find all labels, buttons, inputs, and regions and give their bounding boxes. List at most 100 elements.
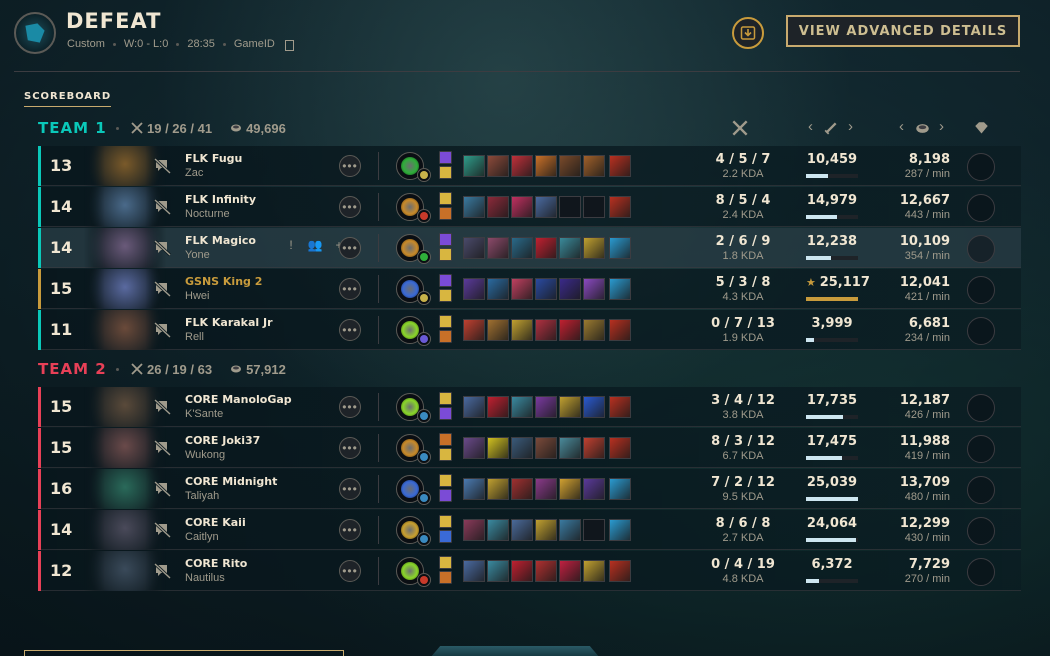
secondary-rune-icon[interactable] xyxy=(417,332,431,346)
item-slot[interactable] xyxy=(511,396,533,418)
item-slot[interactable] xyxy=(511,155,533,177)
item-slot[interactable] xyxy=(583,237,605,259)
item-slot[interactable] xyxy=(535,478,557,500)
item-slot[interactable] xyxy=(463,560,485,582)
summoner-spell-icon[interactable] xyxy=(439,315,452,328)
mute-chat-icon[interactable] xyxy=(154,158,172,174)
item-slot[interactable] xyxy=(511,478,533,500)
item-slot[interactable] xyxy=(583,478,605,500)
player-row[interactable]: 12 CORE Rito Nautilus ••• 0 / 4 / 19 4.8… xyxy=(38,551,1021,591)
summoner-spell-icon[interactable] xyxy=(439,407,452,420)
mute-chat-icon[interactable] xyxy=(154,322,172,338)
secondary-rune-icon[interactable] xyxy=(417,209,431,223)
item-slot[interactable] xyxy=(583,155,605,177)
secondary-rune-icon[interactable] xyxy=(417,491,431,505)
item-slot[interactable] xyxy=(535,560,557,582)
item-slot[interactable] xyxy=(511,237,533,259)
honor-button[interactable] xyxy=(967,517,995,545)
honor-button[interactable] xyxy=(967,235,995,263)
item-slot[interactable] xyxy=(511,560,533,582)
item-slot[interactable] xyxy=(487,155,509,177)
secondary-rune-icon[interactable] xyxy=(417,291,431,305)
secondary-rune-icon[interactable] xyxy=(417,450,431,464)
item-slot[interactable] xyxy=(487,319,509,341)
player-row[interactable]: 15 GSNS King 2 Hwei ••• 5 / 3 / 8 4.3 KD… xyxy=(38,269,1021,309)
mute-chat-icon[interactable] xyxy=(154,522,172,538)
more-options-button[interactable]: ••• xyxy=(339,237,361,259)
item-slot[interactable] xyxy=(463,155,485,177)
player-row[interactable]: 13 FLK Fugu Zac ••• 4 / 5 / 7 2.2 KDA 10… xyxy=(38,146,1021,186)
more-options-button[interactable]: ••• xyxy=(339,278,361,300)
summoner-spell-icon[interactable] xyxy=(439,330,452,343)
report-icon[interactable]: ! xyxy=(282,238,300,252)
secondary-rune-icon[interactable] xyxy=(417,409,431,423)
summoner-spell-icon[interactable] xyxy=(439,556,452,569)
secondary-rune-icon[interactable] xyxy=(417,532,431,546)
player-row[interactable]: 14 CORE Kaii Caitlyn ••• 8 / 6 / 8 2.7 K… xyxy=(38,510,1021,550)
item-slot[interactable] xyxy=(559,478,581,500)
summoner-spell-icon[interactable] xyxy=(439,192,452,205)
honor-button[interactable] xyxy=(967,394,995,422)
item-slot[interactable] xyxy=(535,437,557,459)
item-slot[interactable] xyxy=(535,319,557,341)
item-slot[interactable] xyxy=(463,196,485,218)
item-slot[interactable] xyxy=(463,319,485,341)
download-button[interactable] xyxy=(732,17,764,49)
item-slot[interactable] xyxy=(559,237,581,259)
summoner-spell-icon[interactable] xyxy=(439,248,452,261)
summoner-info[interactable]: CORE Rito Nautilus xyxy=(185,557,247,584)
summoner-spell-icon[interactable] xyxy=(439,274,452,287)
player-row[interactable]: 11 FLK Karakal Jr Rell ••• 0 / 7 / 13 1.… xyxy=(38,310,1021,350)
summoner-spell-icon[interactable] xyxy=(439,289,452,302)
summoner-spell-icon[interactable] xyxy=(439,433,452,446)
more-options-button[interactable]: ••• xyxy=(339,396,361,418)
chevron-left-icon[interactable]: ‹ xyxy=(899,118,904,135)
summoner-spell-icon[interactable] xyxy=(439,448,452,461)
item-slot[interactable] xyxy=(463,237,485,259)
item-slot[interactable] xyxy=(511,437,533,459)
summoner-spell-icon[interactable] xyxy=(439,151,452,164)
item-slot[interactable] xyxy=(559,437,581,459)
item-slot[interactable] xyxy=(487,396,509,418)
more-options-button[interactable]: ••• xyxy=(339,519,361,541)
secondary-rune-icon[interactable] xyxy=(417,168,431,182)
player-row[interactable]: 14 FLK Magico Yone ! 👥 + ••• xyxy=(38,228,1021,268)
mute-chat-icon[interactable] xyxy=(154,481,172,497)
item-slot[interactable] xyxy=(511,196,533,218)
honor-button[interactable] xyxy=(967,276,995,304)
item-slot[interactable] xyxy=(487,196,509,218)
item-slot[interactable] xyxy=(487,478,509,500)
summoner-info[interactable]: CORE Kaii Caitlyn xyxy=(185,516,246,543)
more-options-button[interactable]: ••• xyxy=(339,196,361,218)
summoner-spell-icon[interactable] xyxy=(439,571,452,584)
trinket-slot[interactable] xyxy=(609,437,631,459)
item-slot[interactable] xyxy=(559,278,581,300)
item-slot[interactable] xyxy=(463,278,485,300)
item-slot[interactable] xyxy=(487,560,509,582)
chevron-right-icon[interactable]: › xyxy=(939,118,944,135)
player-row[interactable]: 15 CORE ManoloGap K'Sante ••• 3 / 4 / 12… xyxy=(38,387,1021,427)
secondary-rune-icon[interactable] xyxy=(417,573,431,587)
player-row[interactable]: 15 CORE Joki37 Wukong ••• 8 / 3 / 12 6.7… xyxy=(38,428,1021,468)
summoner-info[interactable]: FLK Karakal Jr Rell xyxy=(185,316,273,343)
more-options-button[interactable]: ••• xyxy=(339,560,361,582)
more-options-button[interactable]: ••• xyxy=(339,437,361,459)
mute-chat-icon[interactable] xyxy=(154,399,172,415)
item-slot[interactable] xyxy=(511,278,533,300)
summoner-spell-icon[interactable] xyxy=(439,233,452,246)
honor-button[interactable] xyxy=(967,153,995,181)
summoner-spell-icon[interactable] xyxy=(439,474,452,487)
empty-item-slot[interactable] xyxy=(583,196,605,218)
item-slot[interactable] xyxy=(583,319,605,341)
item-slot[interactable] xyxy=(487,437,509,459)
honor-button[interactable] xyxy=(967,558,995,586)
item-slot[interactable] xyxy=(463,396,485,418)
item-slot[interactable] xyxy=(463,437,485,459)
chevron-right-icon[interactable]: › xyxy=(848,118,853,135)
item-slot[interactable] xyxy=(583,437,605,459)
summoner-info[interactable]: CORE ManoloGap K'Sante xyxy=(185,393,292,420)
tab-scoreboard[interactable]: SCOREBOARD xyxy=(24,91,112,107)
item-slot[interactable] xyxy=(583,396,605,418)
summoner-info[interactable]: CORE Midnight Taliyah xyxy=(185,475,277,502)
view-advanced-details-button[interactable]: VIEW ADVANCED DETAILS xyxy=(786,15,1020,47)
